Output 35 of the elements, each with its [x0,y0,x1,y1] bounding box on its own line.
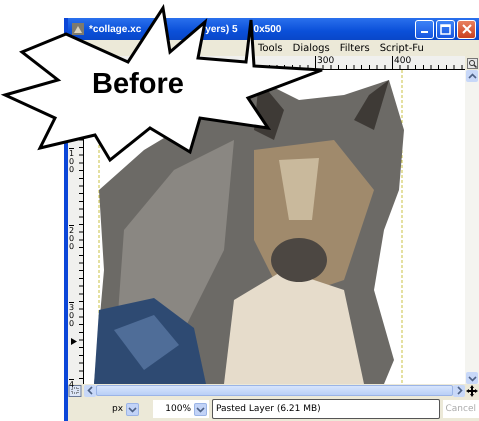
close-button[interactable] [457,20,476,38]
menu-item[interactable]: Tools [258,42,283,54]
chevron-icon [86,386,94,395]
minimize-icon [421,31,428,33]
search-icon[interactable] [466,58,478,68]
scroll-up-button[interactable] [466,70,478,82]
unit-dropdown[interactable]: px [108,400,150,418]
ruler-label: 300 [315,56,334,66]
zoom-dropdown[interactable]: 100% [153,400,209,418]
window-title: 0x500 [254,24,282,34]
pointer-marker-icon [71,338,77,345]
status-message: Pasted Layer (6.21 MB) [212,399,440,419]
chevron-icon [196,404,205,414]
ruler-label: 100 [69,148,74,174]
callout-label: Before [92,68,184,101]
window-title: *collage.xc [89,24,142,34]
scroll-down-button[interactable] [466,372,478,384]
maximize-icon [440,24,451,34]
scroll-right-button[interactable] [453,384,465,396]
scrollbar-thumb[interactable] [96,385,453,396]
scroll-left-button[interactable] [84,384,96,396]
menu-item[interactable]: Dialogs [292,42,330,54]
move-icon[interactable] [465,384,479,396]
ruler-label: 300 [69,302,74,328]
chevron-icon [468,72,476,80]
ruler-label: 400 [392,56,412,66]
ruler-label: 200 [69,225,74,251]
menu-item[interactable]: Filters [340,42,370,54]
minimize-button[interactable] [415,20,434,38]
app-icon[interactable] [71,22,85,36]
chevron-icon [128,404,138,414]
maximize-button[interactable] [436,20,455,38]
menu-item[interactable]: Script-Fu [380,42,424,54]
close-icon [462,24,472,34]
window-title: yers) 5 [205,24,238,34]
